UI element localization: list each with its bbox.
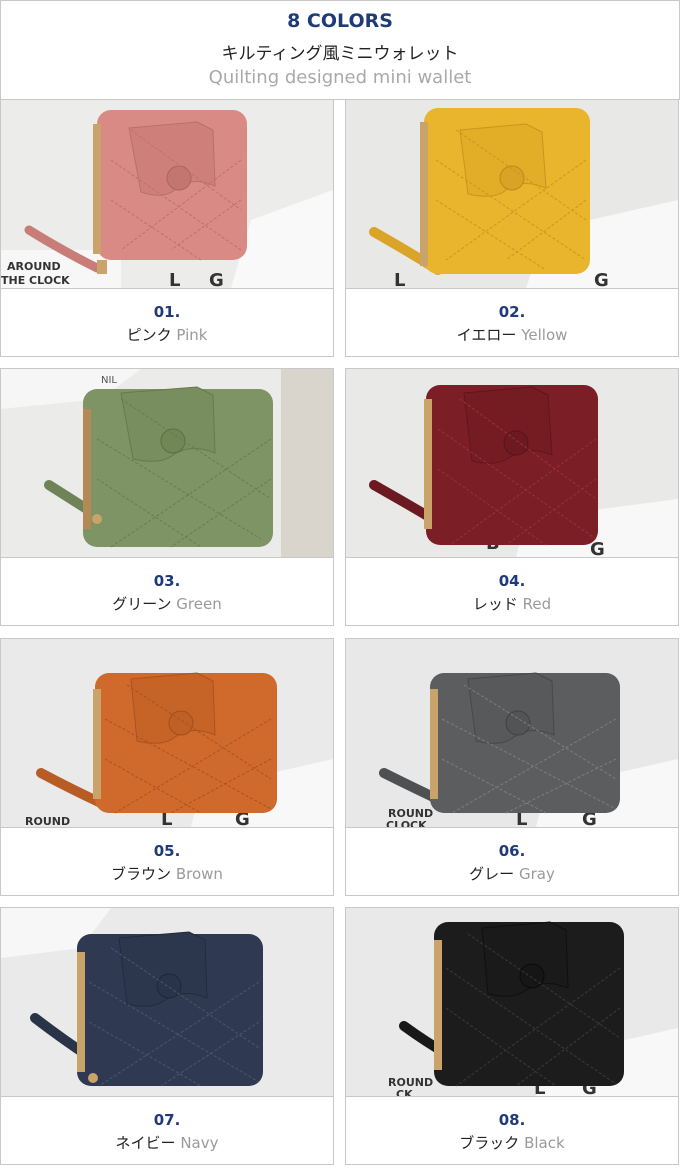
color-name-en: Yellow xyxy=(521,326,568,344)
color-name: レッド Red xyxy=(346,593,678,614)
color-name: ピンク Pink xyxy=(1,324,333,345)
header-banner: 8 COLORS キルティング風ミニウォレット Quilting designe… xyxy=(0,0,680,100)
color-name-en: Green xyxy=(176,595,222,613)
product-name-en: Quilting designed mini wallet xyxy=(208,67,472,88)
color-name-jp: グリーン xyxy=(112,595,172,613)
backdrop-text: NIL xyxy=(101,375,117,386)
backdrop-text: CK xyxy=(396,1088,413,1096)
backdrop-text: G xyxy=(209,270,224,288)
color-name-en: Black xyxy=(524,1134,565,1152)
color-name: グリーン Green xyxy=(1,593,333,614)
backdrop-text: L xyxy=(169,270,180,288)
color-name: ネイビー Navy xyxy=(1,1132,333,1153)
color-number: 08. xyxy=(498,1111,526,1129)
backdrop-text: G xyxy=(594,270,609,288)
wallet-photo-yellow: L G xyxy=(346,100,678,288)
color-number: 05. xyxy=(153,842,181,860)
color-number: 02. xyxy=(498,303,526,321)
color-name: ブラック Black xyxy=(346,1132,678,1153)
caption-yellow: 02. イエロー Yellow xyxy=(346,288,678,356)
wallet-photo-gray: ROUND CLOCK L G xyxy=(346,639,678,827)
color-number: 07. xyxy=(153,1111,181,1129)
color-name-jp: ブラウン xyxy=(111,865,172,883)
color-card-gray[interactable]: ROUND CLOCK L G 06. グレー Gray xyxy=(345,638,679,896)
colors-heading: 8 COLORS xyxy=(287,10,393,32)
color-name-jp: ピンク xyxy=(126,326,172,344)
caption-black: 08. ブラック Black xyxy=(346,1096,678,1164)
backdrop-text: THE CLOCK xyxy=(1,274,70,287)
wallet-photo-black: ROUND CK L G xyxy=(346,908,678,1096)
color-name-jp: レッド xyxy=(472,595,518,613)
color-number: 04. xyxy=(498,572,526,590)
wallet-photo-pink: AROUND THE CLOCK L G xyxy=(1,100,333,288)
color-card-navy[interactable]: 07. ネイビー Navy xyxy=(0,907,334,1165)
wallet-photo-red: B G xyxy=(346,369,678,557)
color-number: 06. xyxy=(498,842,526,860)
color-name-en: Red xyxy=(522,595,552,613)
wallet-photo-brown: ROUND L G xyxy=(1,639,333,827)
backdrop-text: CLOCK xyxy=(386,819,427,827)
color-name: グレー Gray xyxy=(346,863,678,884)
color-name-en: Gray xyxy=(518,865,555,883)
backdrop-text: AROUND xyxy=(7,260,61,273)
color-card-black[interactable]: ROUND CK L G 08. ブラック Black xyxy=(345,907,679,1165)
color-name: イエロー Yellow xyxy=(346,324,678,345)
wallet-photo-navy xyxy=(1,908,333,1096)
backdrop-text: L xyxy=(394,270,405,288)
caption-brown: 05. ブラウン Brown xyxy=(1,827,333,895)
color-card-pink[interactable]: AROUND THE CLOCK L G 01. ピンク Pink xyxy=(0,99,334,357)
wallet-photo-green: NIL xyxy=(1,369,333,557)
color-name-en: Pink xyxy=(176,326,208,344)
color-card-green[interactable]: NIL 03. グリーン Green xyxy=(0,368,334,626)
color-card-yellow[interactable]: L G 02. イエロー Yellow xyxy=(345,99,679,357)
color-name-jp: グレー xyxy=(469,865,515,883)
product-name-jp: キルティング風ミニウォレット xyxy=(221,44,459,64)
color-card-red[interactable]: B G 04. レッド Red xyxy=(345,368,679,626)
color-name-jp: イエロー xyxy=(456,326,517,344)
caption-red: 04. レッド Red xyxy=(346,557,678,625)
backdrop-text: ROUND xyxy=(25,815,70,827)
caption-gray: 06. グレー Gray xyxy=(346,827,678,895)
color-number: 03. xyxy=(153,572,181,590)
color-card-brown[interactable]: ROUND L G 05. ブラウン Brown xyxy=(0,638,334,896)
color-name-en: Navy xyxy=(180,1134,219,1152)
color-name-en: Brown xyxy=(175,865,223,883)
color-name-jp: ブラック xyxy=(459,1134,520,1152)
caption-green: 03. グリーン Green xyxy=(1,557,333,625)
color-number: 01. xyxy=(153,303,181,321)
wallet-black xyxy=(399,921,624,1087)
color-name: ブラウン Brown xyxy=(1,863,333,884)
color-name-jp: ネイビー xyxy=(115,1134,176,1152)
caption-navy: 07. ネイビー Navy xyxy=(1,1096,333,1164)
caption-pink: 01. ピンク Pink xyxy=(1,288,333,356)
